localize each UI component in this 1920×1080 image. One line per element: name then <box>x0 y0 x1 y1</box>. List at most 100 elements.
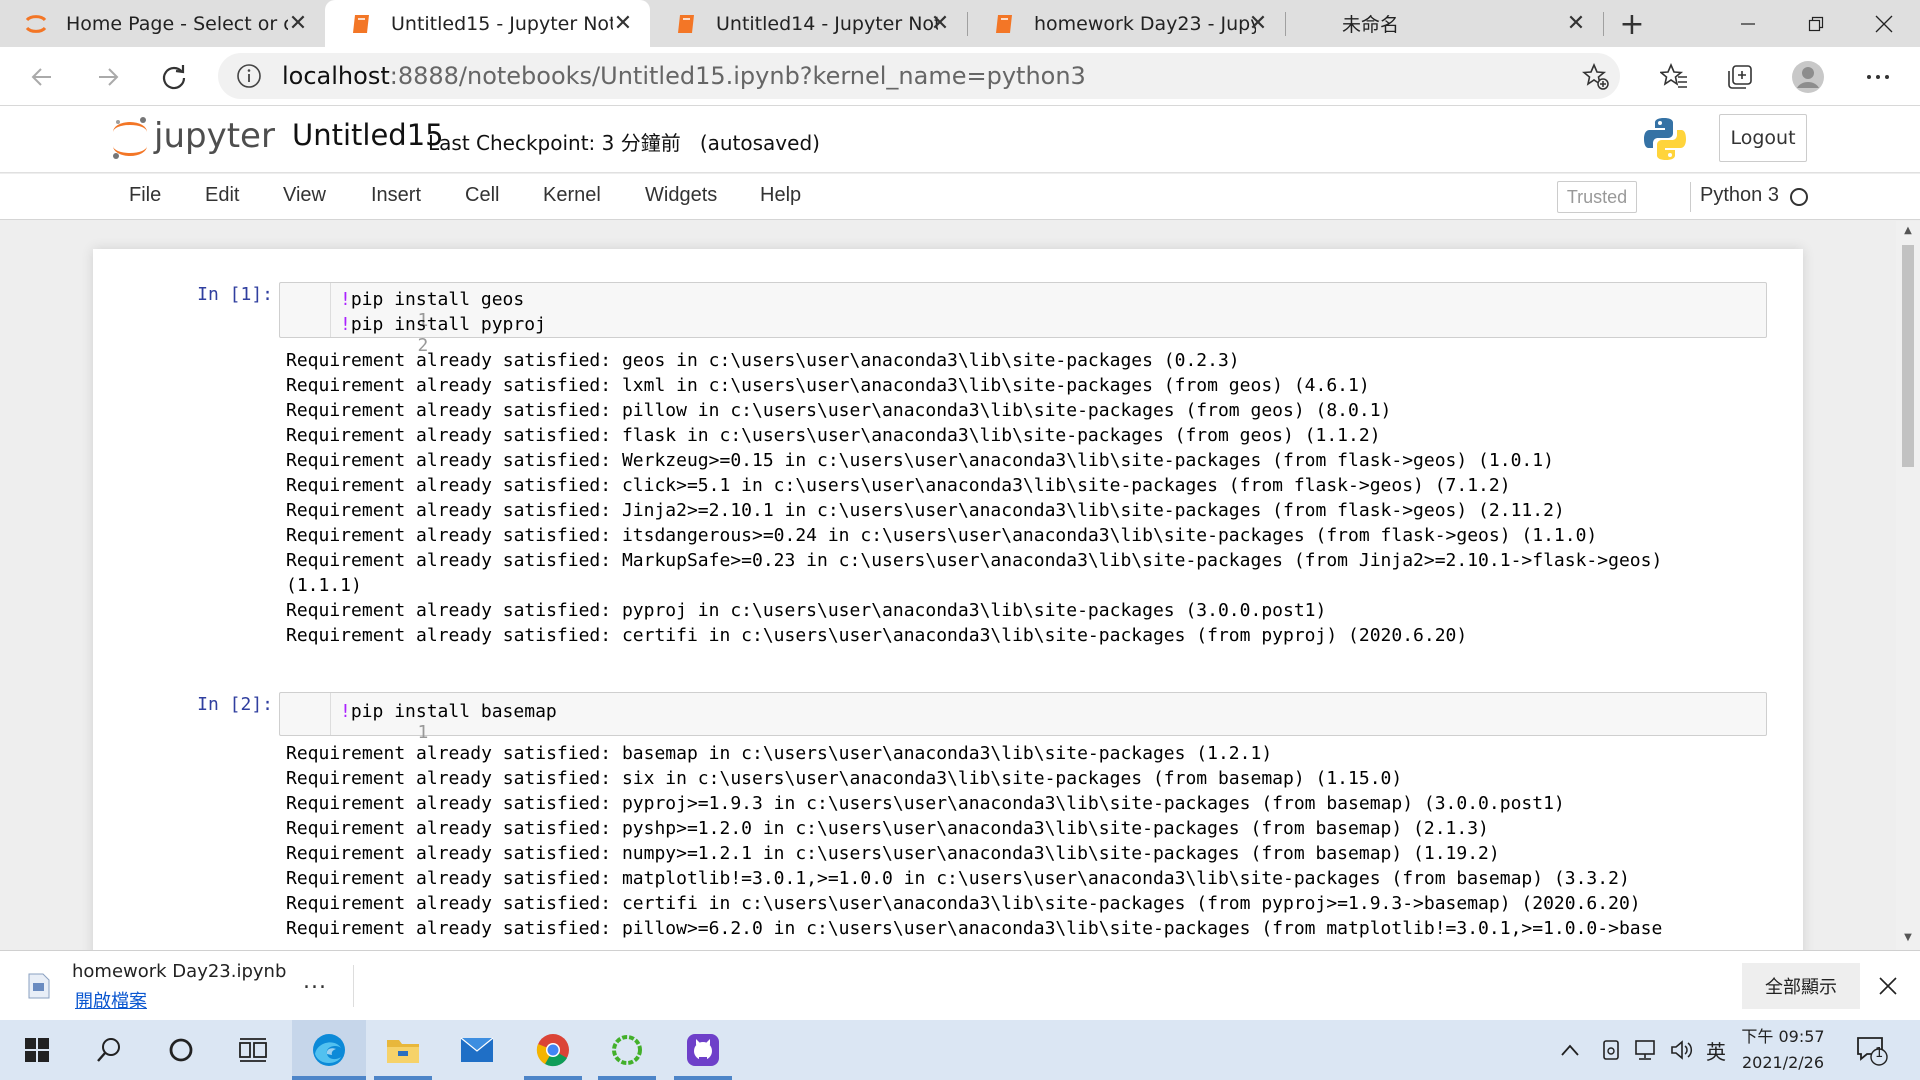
scrollbar-thumb[interactable] <box>1902 245 1914 467</box>
logout-button[interactable]: Logout <box>1719 114 1807 162</box>
restore-button[interactable] <box>1782 0 1850 47</box>
notebook-icon <box>992 12 1016 36</box>
search-button[interactable] <box>72 1020 146 1080</box>
add-favorite-icon[interactable] <box>1581 62 1610 95</box>
task-view-button[interactable] <box>216 1020 290 1080</box>
menu-kernel[interactable]: Kernel <box>543 184 601 207</box>
checkpoint-status: Last Checkpoint: 3 分鐘前 (autosaved) <box>428 127 820 156</box>
tab-title: 未命名 <box>1342 14 1400 36</box>
action-center-button[interactable]: 1 <box>1855 1020 1889 1080</box>
scroll-up-icon[interactable]: ▲ <box>1902 225 1914 237</box>
github-icon <box>687 1034 719 1066</box>
clock-date: 2021/2/26 <box>1741 1053 1825 1072</box>
browser-tab-home[interactable]: Home Page - Select or creat ✕ <box>0 0 325 47</box>
favorites-button[interactable] <box>1656 59 1692 95</box>
close-icon[interactable]: ✕ <box>1563 10 1589 36</box>
info-icon[interactable] <box>236 63 262 93</box>
start-button[interactable] <box>0 1020 74 1080</box>
chrome-taskbar-button[interactable] <box>516 1020 590 1080</box>
download-filename: homework Day23.ipynb <box>72 961 287 982</box>
ime-indicator[interactable]: 英 <box>1706 1020 1726 1080</box>
profile-button[interactable] <box>1790 59 1826 95</box>
browser-tab-homework[interactable]: homework Day23 - Jupyter ✕ <box>968 0 1285 47</box>
chrome-icon <box>536 1034 569 1067</box>
scroll-down-icon[interactable]: ▼ <box>1902 932 1914 944</box>
forward-button[interactable] <box>88 57 128 97</box>
notification-icon <box>1857 1037 1888 1066</box>
close-icon[interactable]: ✕ <box>927 10 953 36</box>
close-icon[interactable]: ✕ <box>285 10 311 36</box>
github-desktop-taskbar-button[interactable] <box>666 1020 740 1080</box>
meet-now-button[interactable] <box>1600 1020 1622 1080</box>
cell-input[interactable]: 1 !pip install geos 2 !pip install pypro… <box>279 282 1767 356</box>
download-more-button[interactable]: ... <box>303 969 327 994</box>
settings-more-button[interactable] <box>1860 59 1896 95</box>
minimize-button[interactable] <box>1714 0 1782 47</box>
address-bar: localhost:8888/notebooks/Untitled15.ipyn… <box>0 47 1920 106</box>
trusted-indicator[interactable]: Trusted <box>1557 181 1637 213</box>
browser-tab-untitled15[interactable]: Untitled15 - Jupyter Notebo ✕ <box>325 0 650 47</box>
browser-tab-unnamed[interactable]: 未命名 ✕ <box>1286 0 1603 47</box>
cortana-button[interactable] <box>144 1020 218 1080</box>
search-icon <box>97 1038 120 1062</box>
tab-title: Untitled15 - Jupyter Notebo <box>391 12 613 35</box>
collections-button[interactable] <box>1722 59 1758 95</box>
page-scrollbar[interactable]: ▲ ▼ <box>1896 221 1920 950</box>
system-clock[interactable]: 下午 09:57 2021/2/26 <box>1738 1024 1828 1076</box>
volume-icon <box>1671 1040 1693 1060</box>
device-icon <box>1603 1040 1619 1060</box>
menu-cell[interactable]: Cell <box>465 184 499 207</box>
chevron-up-icon <box>1561 1044 1579 1056</box>
output-line: Requirement already satisfied: pyproj in… <box>286 600 1327 621</box>
menu-edit[interactable]: Edit <box>205 184 239 207</box>
output-line: Requirement already satisfied: pyshp>=1.… <box>286 818 1489 839</box>
more-icon <box>1867 75 1889 79</box>
restore-icon <box>1808 16 1824 31</box>
jupyter-logo-text: jupyter <box>154 116 275 156</box>
new-tab-button[interactable]: + <box>1614 6 1650 42</box>
menu-view[interactable]: View <box>283 184 326 207</box>
file-explorer-taskbar-button[interactable] <box>366 1020 440 1080</box>
notebook-icon <box>349 12 373 36</box>
volume-button[interactable] <box>1670 1020 1694 1080</box>
tab-title: Untitled14 - Jupyter Notebo <box>716 12 938 35</box>
edge-icon <box>313 1034 345 1066</box>
output-line: Requirement already satisfied: pyproj>=1… <box>286 793 1565 814</box>
mail-taskbar-button[interactable] <box>440 1020 514 1080</box>
menu-widgets[interactable]: Widgets <box>645 184 717 207</box>
notebook-name[interactable]: Untitled15 <box>292 118 444 152</box>
close-icon[interactable]: ✕ <box>610 10 636 36</box>
menu-insert[interactable]: Insert <box>371 184 421 207</box>
show-hidden-icons-button[interactable] <box>1560 1020 1580 1080</box>
menu-file[interactable]: File <box>129 184 161 207</box>
browser-tab-untitled14[interactable]: Untitled14 - Jupyter Notebo ✕ <box>650 0 967 47</box>
edge-taskbar-button[interactable] <box>292 1020 366 1080</box>
jupyter-logo[interactable]: jupyter <box>110 114 275 164</box>
download-separator <box>353 965 354 1007</box>
back-button[interactable] <box>22 57 62 97</box>
python-logo-icon <box>1644 118 1686 160</box>
output-line: Requirement already satisfied: pillow in… <box>286 400 1392 421</box>
refresh-button[interactable] <box>154 57 194 97</box>
anaconda-taskbar-button[interactable] <box>590 1020 664 1080</box>
avatar <box>1792 61 1824 93</box>
output-line: Requirement already satisfied: click>=5.… <box>286 475 1511 496</box>
open-file-link[interactable]: 開啟檔案 <box>75 987 147 1013</box>
url-field[interactable]: localhost:8888/notebooks/Untitled15.ipyn… <box>218 53 1620 99</box>
menu-help[interactable]: Help <box>760 184 801 207</box>
show-all-downloads-button[interactable]: 全部顯示 <box>1742 963 1860 1009</box>
close-download-bar-button[interactable] <box>1873 971 1903 1001</box>
tab-title: Home Page - Select or creat <box>66 12 288 35</box>
network-button[interactable] <box>1634 1020 1660 1080</box>
shell-bang: ! <box>340 701 351 722</box>
kernel-separator <box>1690 182 1691 212</box>
cell-input[interactable]: 1 !pip install basemap <box>279 692 1767 743</box>
refresh-icon <box>162 65 186 90</box>
output-line: Requirement already satisfied: six in c:… <box>286 768 1403 789</box>
output-line: Requirement already satisfied: geos in c… <box>286 350 1240 371</box>
close-icon[interactable]: ✕ <box>1245 10 1271 36</box>
window-close-button[interactable] <box>1850 0 1918 47</box>
anaconda-icon <box>612 1035 642 1065</box>
notebook-area: In [1]: 1 !pip install geos 2 !pip insta… <box>0 221 1920 950</box>
task-view-icon <box>239 1038 267 1062</box>
